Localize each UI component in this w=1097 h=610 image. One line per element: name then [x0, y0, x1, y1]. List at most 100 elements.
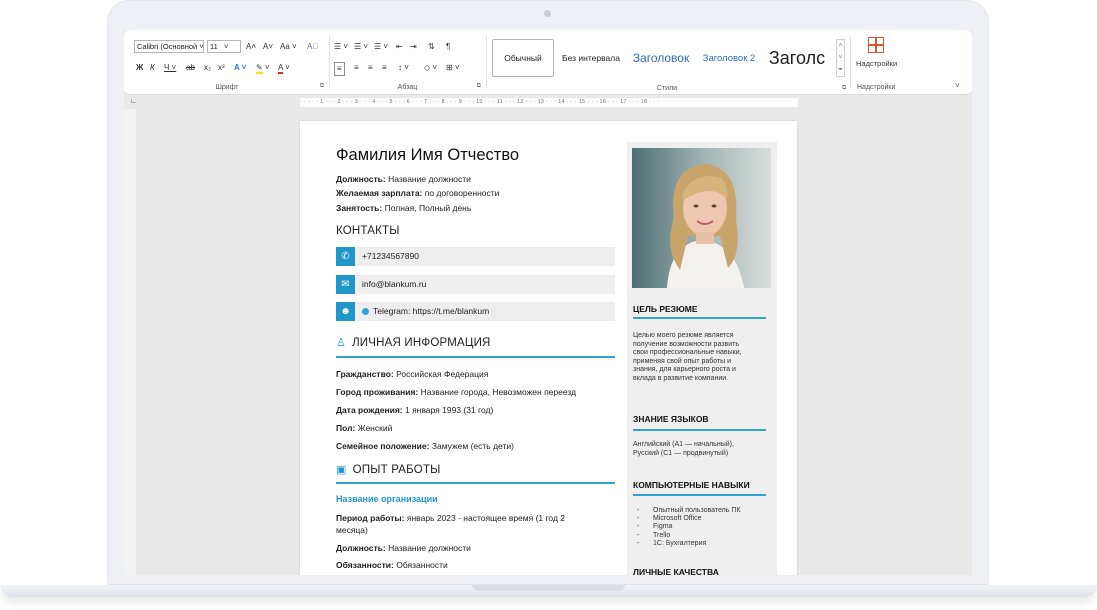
- goal-line: вклада в развитие компании.: [633, 374, 729, 382]
- job-line: Должность: Название должности: [336, 543, 471, 553]
- birth-line: Дата рождения: 1 января 1993 (31 год): [336, 405, 493, 415]
- font-group: Calibri (Основной ˅ 11 ˅ A˄ A˅ Aa ˅ A⃠ Ж…: [128, 34, 326, 92]
- contact-telegram: ☻ Telegram: https://t.me/blankum: [336, 302, 615, 321]
- contact-email: ✉ info@blankum.ru: [336, 275, 615, 294]
- job-label: Должность:: [336, 543, 386, 553]
- paragraph-group: ☰ ˅ ☰ ˅ ☰ ˅ ⇤ ⇥ ⇅ ¶ ≡ ≡ ≡ ≡ ↕ ˅ ◇ ˅ ⊞ ˅ …: [332, 34, 483, 92]
- goal-line: свои профессиональные навыки,: [633, 349, 742, 356]
- paragraph-dialog-launcher-icon[interactable]: ⧉: [477, 83, 481, 90]
- duties-label: Обязанности:: [336, 560, 394, 570]
- subscript-button[interactable]: x₂: [204, 62, 211, 74]
- telegram-value: Telegram: https://t.me/blankum: [373, 306, 490, 316]
- addins-icon[interactable]: [868, 37, 884, 53]
- person-icon: ☻: [336, 302, 355, 321]
- change-case-button[interactable]: Aa ˅: [280, 41, 297, 53]
- align-center-icon[interactable]: ≡: [354, 62, 359, 74]
- salary-line: Желаемая зарплата: по договоренности: [336, 188, 499, 198]
- salary-value: по договоренности: [424, 188, 500, 198]
- goal-line: Целью моего резюме является: [633, 332, 734, 339]
- ribbon: Calibri (Основной ˅ 11 ˅ A˄ A˅ Aa ˅ A⃠ Ж…: [124, 30, 972, 95]
- profile-photo: [632, 148, 771, 288]
- ruler-row: ∟ · · · · · 1 · · · 2 · · · 3 · · · 4 · …: [124, 95, 972, 109]
- goal-line: знания, для карьерного роста и: [633, 366, 736, 373]
- sidebar-rule: [633, 317, 766, 319]
- font-dialog-launcher-icon[interactable]: ⧉: [320, 83, 324, 90]
- font-group-label: Шрифт: [215, 84, 239, 91]
- employment-label: Занятость:: [336, 203, 383, 213]
- contact-phone: ✆ +71234567890: [336, 247, 615, 266]
- underline-button[interactable]: Ч ˅: [164, 62, 176, 74]
- styles-dialog-launcher-icon[interactable]: ⧉: [842, 85, 846, 92]
- organization-name: Название организации: [336, 494, 438, 504]
- employment-line: Занятость: Полная, Полный день: [336, 203, 471, 213]
- camera: [544, 10, 551, 17]
- font-name-select[interactable]: Calibri (Основной ˅: [134, 40, 204, 53]
- borders-icon[interactable]: ⊞ ˅: [446, 62, 460, 74]
- telegram-line: Telegram: https://t.me/blankum: [362, 302, 489, 321]
- style-title[interactable]: Заголс: [762, 39, 832, 77]
- section-rule: [336, 356, 615, 358]
- styles-group-label: Стили: [656, 85, 678, 92]
- shrink-font-button[interactable]: A˅: [263, 41, 273, 53]
- style-heading-2[interactable]: Заголовок 2: [698, 39, 760, 77]
- horizontal-ruler[interactable]: · · · · · 1 · · · 2 · · · 3 · · · 4 · · …: [300, 98, 798, 107]
- email-icon: ✉: [336, 275, 355, 294]
- font-color-icon[interactable]: A ˅: [278, 62, 290, 74]
- section-rule: [336, 482, 615, 484]
- shading-icon[interactable]: ◇ ˅: [424, 62, 437, 74]
- birth-value: 1 января 1993 (31 год): [404, 405, 494, 415]
- period-value: январь 2023 - настоящее время (1 год 2: [406, 513, 566, 523]
- skills-list: Опытный пользователь ПК Microsoft Office…: [633, 507, 740, 548]
- skill-item: Microsoft Office: [633, 515, 740, 523]
- laptop-notch: [472, 585, 625, 591]
- bullets-icon[interactable]: ☰ ˅: [334, 41, 348, 53]
- clear-formatting-icon[interactable]: A⃠: [307, 41, 318, 53]
- citizenship-value: Российская Федерация: [396, 369, 489, 379]
- grow-font-button[interactable]: A˄: [246, 41, 256, 53]
- addins-button[interactable]: Надстройки: [856, 58, 897, 70]
- salary-label: Желаемая зарплата:: [336, 188, 423, 198]
- superscript-button[interactable]: x²: [218, 62, 225, 74]
- telegram-icon: [362, 308, 369, 315]
- text-effects-icon[interactable]: A ˅: [234, 62, 246, 74]
- decrease-indent-icon[interactable]: ⇤: [396, 41, 403, 53]
- bold-button[interactable]: Ж: [136, 62, 143, 74]
- briefcase-icon: ▣: [336, 464, 347, 476]
- line-spacing-icon[interactable]: ↕ ˅: [398, 62, 409, 74]
- style-no-spacing[interactable]: Без интервала: [556, 39, 626, 77]
- align-right-icon[interactable]: ≡: [368, 62, 373, 74]
- tab-selector-icon[interactable]: ∟: [130, 98, 137, 105]
- numbering-icon[interactable]: ☰ ˅: [354, 41, 368, 53]
- multilevel-list-icon[interactable]: ☰ ˅: [374, 41, 388, 53]
- experience-title: ОПЫТ РАБОТЫ: [352, 464, 441, 476]
- styles-scroll[interactable]: ˄ ˅ ⏷: [836, 39, 845, 77]
- contacts-title: КОНТАКТЫ: [336, 225, 400, 237]
- phone-icon: ✆: [336, 247, 355, 266]
- skill-item: Figma: [633, 523, 740, 531]
- addins-group-label: Надстройки: [857, 84, 896, 91]
- highlight-icon[interactable]: ✎ ˅: [256, 62, 270, 74]
- font-name-value: Calibri (Основной: [137, 42, 198, 51]
- user-icon: ♙: [336, 337, 347, 349]
- goal-title: ЦЕЛЬ РЕЗЮМЕ: [633, 304, 698, 314]
- city-label: Город проживания:: [336, 387, 419, 397]
- justify-icon[interactable]: ≡: [382, 62, 387, 74]
- italic-button[interactable]: К: [150, 62, 155, 74]
- style-normal[interactable]: Обычный: [492, 39, 554, 77]
- position-label: Должность:: [336, 174, 386, 184]
- increase-indent-icon[interactable]: ⇥: [410, 41, 417, 53]
- font-size-select[interactable]: 11 ˅: [207, 40, 241, 53]
- duties-line: Обязанности: Обязанности: [336, 560, 448, 570]
- goal-text: Целью моего резюме является получение во…: [633, 332, 769, 383]
- email-value: info@blankum.ru: [362, 279, 427, 289]
- align-left-icon[interactable]: ≡: [334, 62, 345, 76]
- sort-icon[interactable]: ⇅: [428, 41, 435, 53]
- strikethrough-button[interactable]: ab: [186, 62, 195, 74]
- skill-item: Опытный пользователь ПК: [633, 507, 740, 515]
- style-heading-1[interactable]: Заголовок: [626, 39, 696, 77]
- font-size-value: 11: [210, 42, 218, 51]
- collapse-ribbon-icon[interactable]: ˅: [955, 81, 960, 90]
- pilcrow-button[interactable]: ¶: [446, 41, 450, 53]
- gender-label: Пол:: [336, 423, 356, 433]
- document-page[interactable]: Фамилия Имя Отчество Должность: Название…: [300, 121, 797, 575]
